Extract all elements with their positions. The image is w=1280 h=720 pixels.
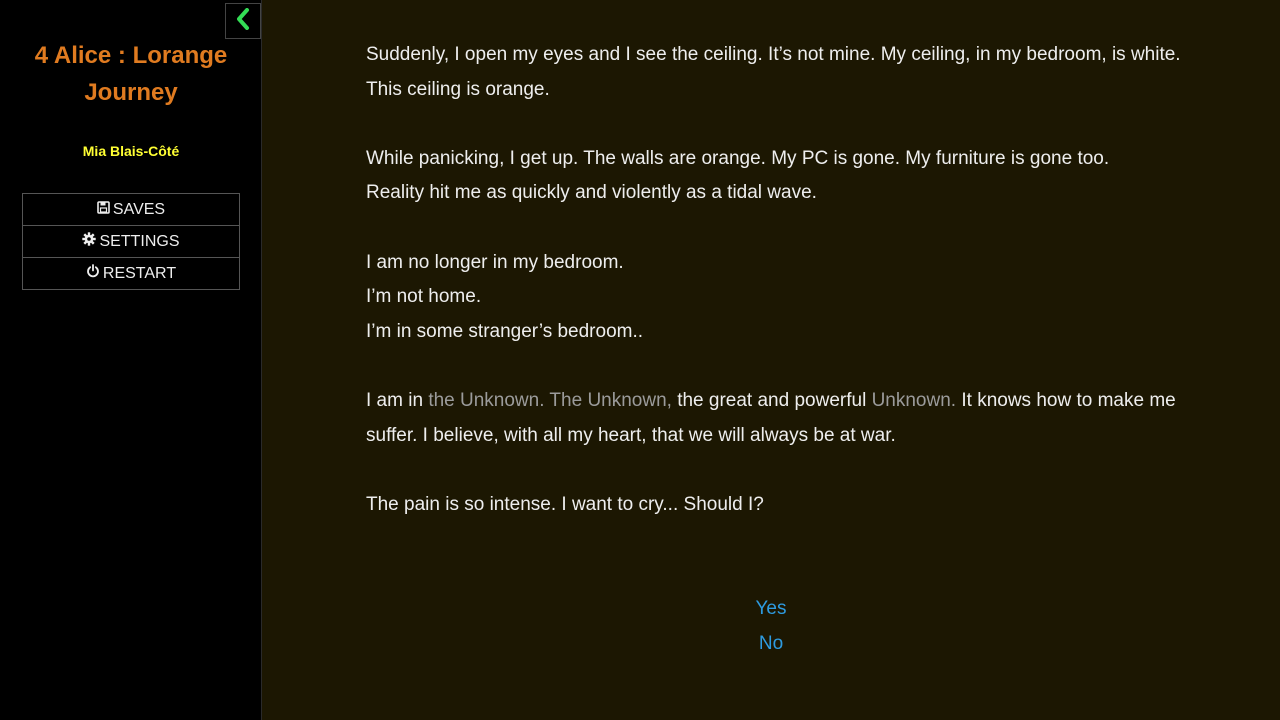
sidebar: 4 Alice : Lorange Journey Mia Blais-Côté… xyxy=(0,0,262,720)
settings-label: SETTINGS xyxy=(99,232,180,250)
passage-text: I am no longer in my bedroom. I’m not ho… xyxy=(366,246,1186,350)
story-passage: Suddenly, I open my eyes and I see the c… xyxy=(366,38,1186,522)
passage-line: Suddenly, I open my eyes and I see the c… xyxy=(366,44,1181,65)
story-title: 4 Alice : Lorange Journey xyxy=(34,42,228,106)
passage-line: The pain is so intense. I want to cry...… xyxy=(366,493,764,515)
passage-line: While panicking, I get up. The walls are… xyxy=(366,147,1110,169)
saves-label: SAVES xyxy=(112,200,166,218)
passage-line: I am no longer in my bedroom. xyxy=(366,251,624,273)
passage-text: The pain is so intense. I want to cry...… xyxy=(366,488,1186,523)
passage-fragment: I am in xyxy=(366,389,429,411)
unknown-emphasis: the Unknown. The Unknown, xyxy=(428,389,672,411)
settings-button[interactable]: SETTINGS xyxy=(23,226,239,258)
saves-button[interactable]: SAVES xyxy=(23,194,239,226)
restart-button[interactable]: RESTART xyxy=(23,258,239,289)
chevron-left-icon xyxy=(235,7,251,35)
passage-line: Reality hit me as quickly and violently … xyxy=(366,182,817,204)
choice-yes-link[interactable]: Yes xyxy=(366,592,1176,627)
passage-text: Suddenly, I open my eyes and I see the c… xyxy=(366,38,1186,107)
power-icon xyxy=(86,264,103,283)
passage-line: I’m not home. xyxy=(366,286,482,308)
passage-text: I am in the Unknown. The Unknown, the gr… xyxy=(366,384,1186,453)
gear-icon xyxy=(82,232,99,251)
collapse-sidebar-button[interactable] xyxy=(225,3,261,39)
unknown-emphasis: Unknown. xyxy=(871,389,957,411)
sidebar-menu: SAVES SETTINGS RESTART xyxy=(22,193,240,290)
passage-text: While panicking, I get up. The walls are… xyxy=(366,142,1186,211)
passage-line: This ceiling is orange. xyxy=(366,78,550,100)
choice-no-link[interactable]: No xyxy=(366,627,1176,662)
floppy-disk-icon xyxy=(97,200,113,219)
restart-label: RESTART xyxy=(102,264,177,282)
passage-line: I’m in some stranger’s bedroom.. xyxy=(366,320,644,342)
passage-fragment: the great and powerful xyxy=(671,389,872,411)
story-author: Mia Blais-Côté xyxy=(82,143,180,159)
choice-list: Yes No xyxy=(366,592,1176,661)
